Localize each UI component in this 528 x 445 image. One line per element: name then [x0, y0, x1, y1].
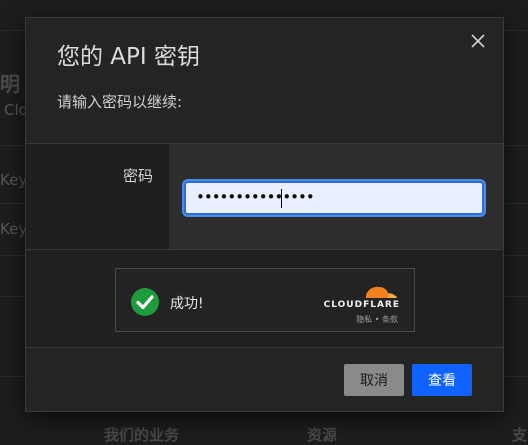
cancel-button[interactable]: 取消: [344, 364, 404, 396]
bg-key-label: Key: [0, 220, 28, 238]
password-value: •••••••••••••••: [196, 188, 315, 206]
bg-footer-link: 支: [512, 426, 528, 444]
success-check-icon: [131, 288, 159, 316]
password-input[interactable]: •••••••••••••••: [182, 179, 486, 217]
cloudflare-logo-text: CLOUDFLARE: [323, 300, 400, 310]
bg-heading-fragment: 明: [0, 72, 20, 96]
api-key-modal: 您的 API 密钥 请输入密码以继续: 密码 ••••••••••••••• 成…: [25, 17, 504, 412]
bg-footer-link: 我们的业务: [104, 426, 180, 444]
captcha-row: 成功! CLOUDFLARE 隐私 • 条款: [26, 250, 503, 348]
view-button[interactable]: 查看: [412, 364, 472, 396]
password-label: 密码: [122, 167, 153, 185]
modal-footer: 取消 查看: [26, 348, 503, 411]
privacy-terms-links[interactable]: 隐私 • 条款: [356, 314, 398, 325]
modal-title: 您的 API 密钥: [57, 44, 201, 70]
captcha-status: 成功!: [170, 296, 204, 312]
bg-key-label: Key: [0, 171, 28, 189]
close-icon[interactable]: [467, 30, 489, 52]
modal-subtitle: 请输入密码以继续:: [57, 93, 183, 111]
turnstile-widget[interactable]: 成功! CLOUDFLARE 隐私 • 条款: [115, 268, 415, 332]
password-form-row: 密码 •••••••••••••••: [26, 143, 503, 250]
text-caret: [281, 189, 282, 208]
bg-footer-link: 资源: [307, 426, 338, 444]
